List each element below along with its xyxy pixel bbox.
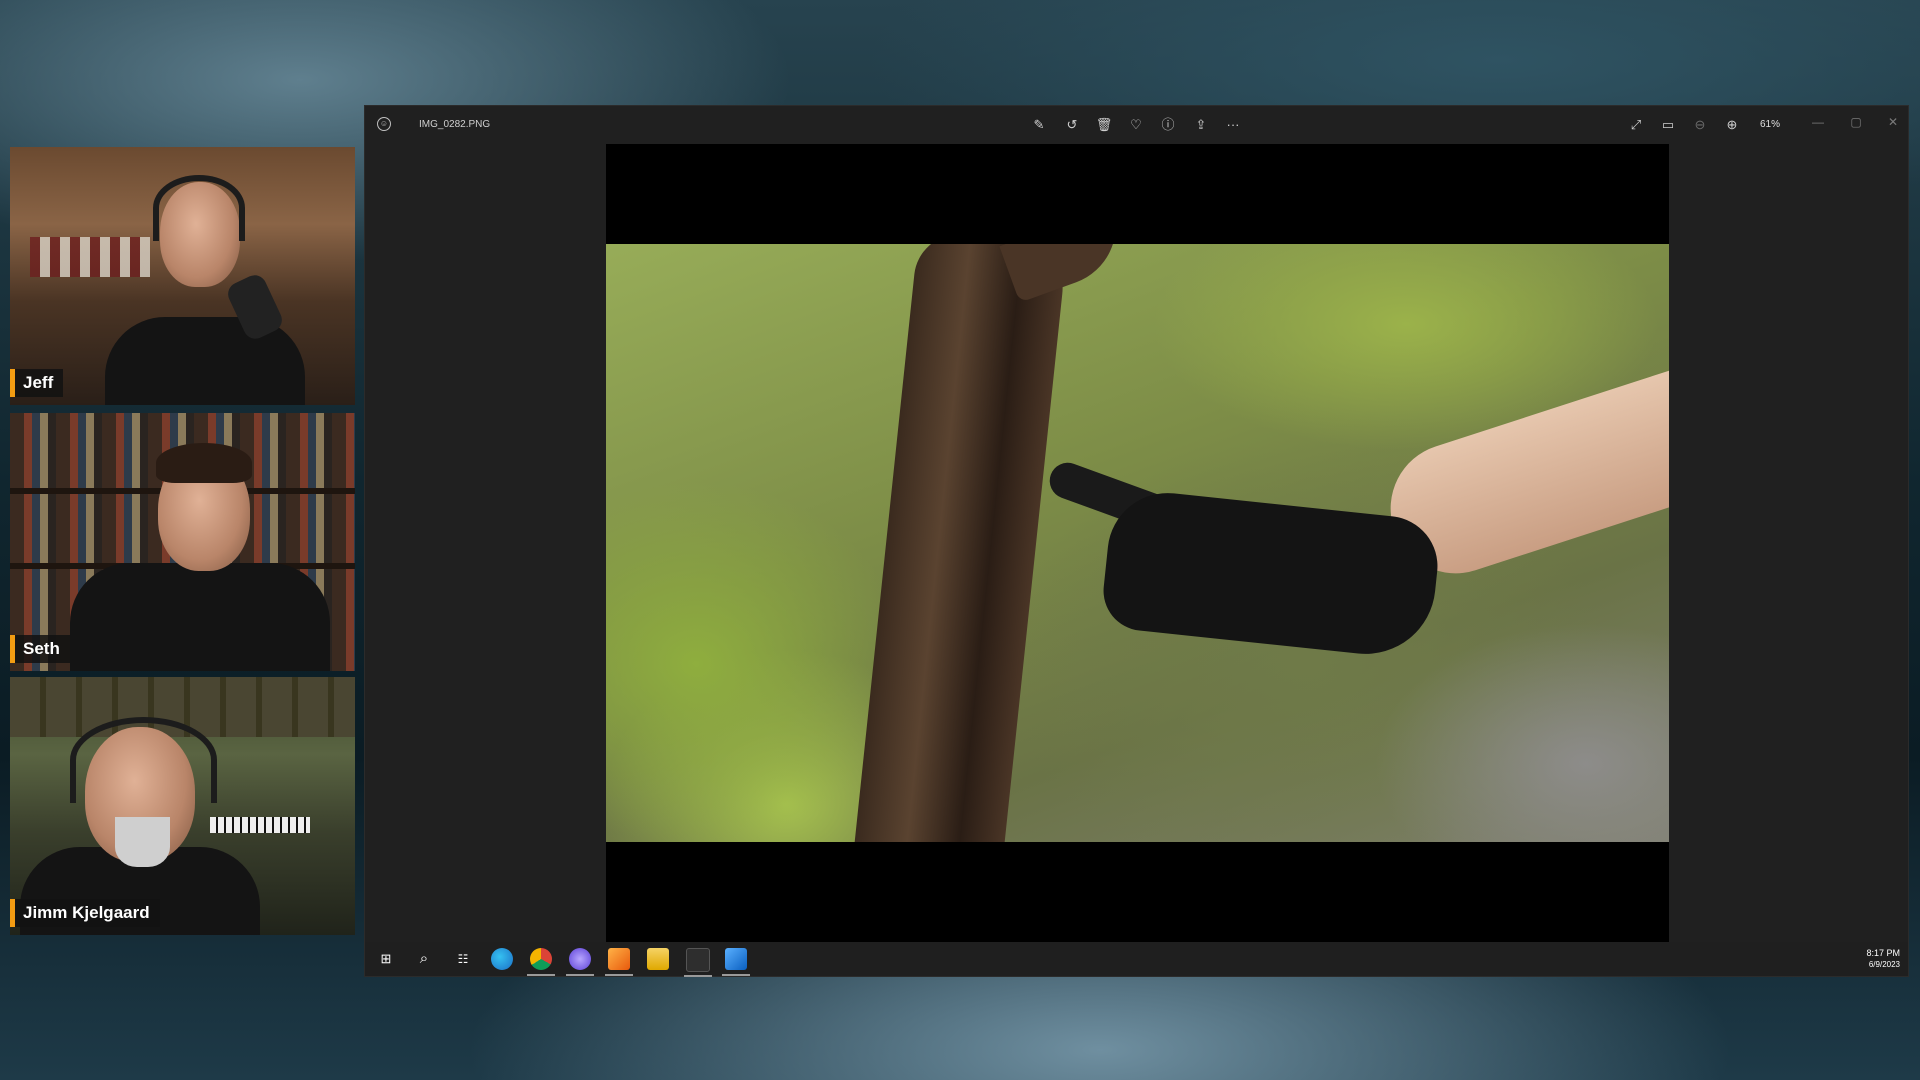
taskbar: ⊞ ⌕ ☷ 8:17 PM 6/9/2023: [365, 942, 1908, 977]
file-explorer-icon[interactable]: [647, 948, 669, 970]
minimize-icon[interactable]: —: [1808, 112, 1828, 132]
participant-tile-jeff: Jeff: [10, 147, 355, 405]
displayed-photo[interactable]: [606, 244, 1669, 842]
chrome-icon[interactable]: [527, 948, 555, 976]
participant-name-tag: Jeff: [10, 369, 64, 397]
participant-tile-seth: Seth: [10, 413, 355, 671]
photos-app-window: ☺ IMG_0282.PNG ✎ ↺ 🗑 ♡ ⓘ ⇪ ··· ⤢ ▭ ⊖ ⊕ 6…: [365, 106, 1908, 977]
edit-icon[interactable]: ✎: [1029, 115, 1049, 135]
participant-video: [10, 677, 355, 935]
wooden-post: [853, 244, 1069, 842]
maximize-icon[interactable]: ▢: [1846, 112, 1866, 132]
windows-start-icon[interactable]: ⊞: [375, 948, 397, 970]
clock-time: 8:17 PM: [1866, 948, 1900, 958]
title-bar: ☺ IMG_0282.PNG ✎ ↺ 🗑 ♡ ⓘ ⇪ ··· ⤢ ▭ ⊖ ⊕ 6…: [365, 106, 1908, 144]
purple-app-icon[interactable]: [566, 948, 594, 976]
info-icon[interactable]: ⓘ: [1158, 115, 1178, 135]
zoom-level[interactable]: 61%: [1760, 119, 1780, 130]
participant-name-tag: Seth: [10, 635, 70, 663]
participant-tile-jimm: Jimm Kjelgaard: [10, 677, 355, 935]
more-icon[interactable]: ···: [1223, 115, 1243, 135]
photos-app-icon: ☺: [377, 117, 391, 131]
edge-icon[interactable]: [491, 948, 513, 970]
photo-canvas[interactable]: [606, 144, 1669, 942]
zoom-out-icon[interactable]: ⊖: [1690, 115, 1710, 135]
participant-video: [10, 147, 355, 405]
participant-name-tag: Jimm Kjelgaard: [10, 899, 160, 927]
search-icon[interactable]: ⌕: [413, 948, 435, 970]
orange-app-icon[interactable]: [605, 948, 633, 976]
system-clock[interactable]: 8:17 PM 6/9/2023: [1866, 948, 1900, 969]
rotate-icon[interactable]: ↺: [1062, 115, 1082, 135]
photos-taskbar-icon[interactable]: [722, 948, 750, 976]
file-name: IMG_0282.PNG: [419, 119, 491, 130]
participant-video: [10, 413, 355, 671]
close-icon[interactable]: ✕: [1883, 112, 1903, 132]
share-icon[interactable]: ⇪: [1191, 115, 1211, 135]
expand-icon[interactable]: ⤢: [1626, 115, 1646, 135]
clock-date: 6/9/2023: [1868, 960, 1900, 969]
zoom-in-icon[interactable]: ⊕: [1722, 115, 1742, 135]
delete-icon[interactable]: 🗑: [1094, 115, 1114, 135]
task-view-icon[interactable]: ☷: [452, 948, 474, 970]
slideshow-icon[interactable]: ▭: [1658, 115, 1678, 135]
dark-app-icon[interactable]: [684, 948, 712, 977]
favorite-icon[interactable]: ♡: [1126, 115, 1146, 135]
